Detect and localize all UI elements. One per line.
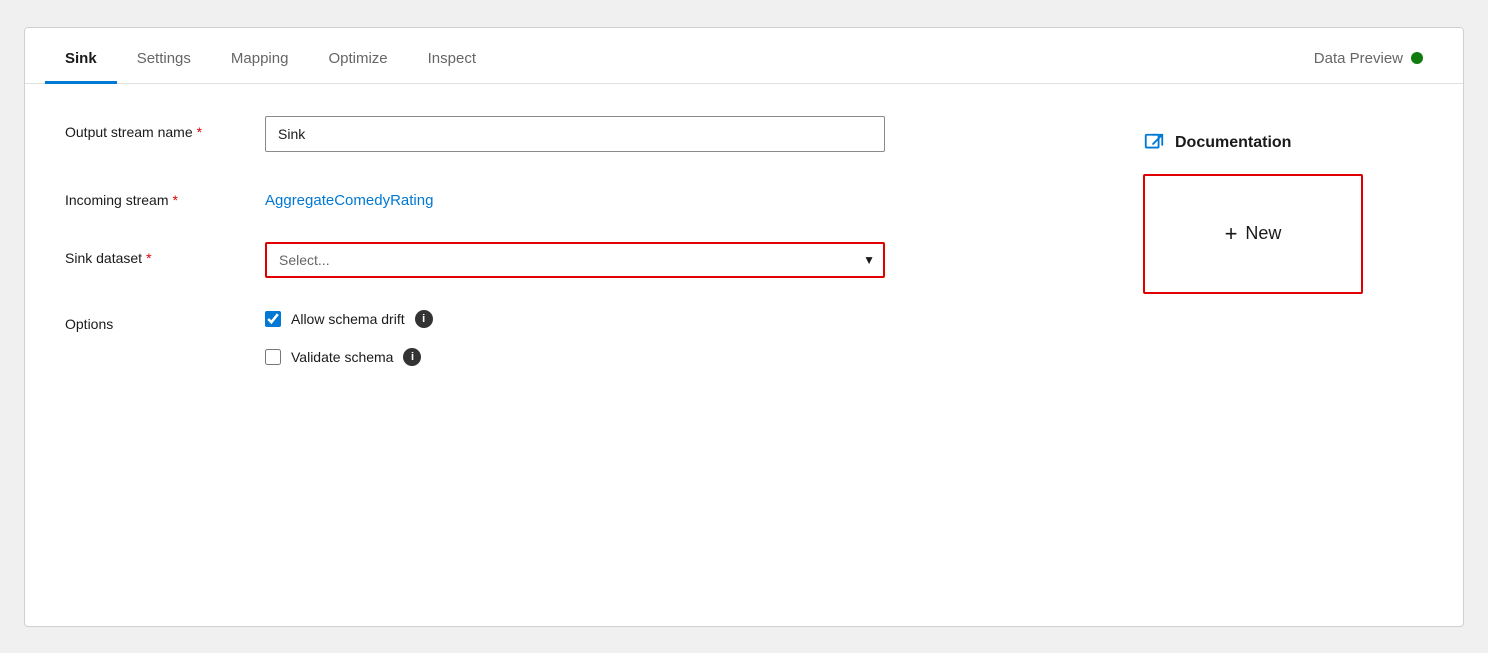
checkboxes-column: Allow schema drift i Validate schema i: [265, 310, 433, 366]
validate-schema-checkbox[interactable]: [265, 349, 281, 365]
allow-schema-drift-info-icon[interactable]: i: [415, 310, 433, 328]
validate-schema-label[interactable]: Validate schema: [291, 349, 393, 365]
tab-bar: Sink Settings Mapping Optimize Inspect D…: [25, 28, 1463, 84]
validate-schema-row: Validate schema i: [265, 348, 433, 366]
required-star-output: *: [197, 124, 202, 140]
documentation-label: Documentation: [1175, 134, 1291, 152]
output-stream-name-row: Output stream name *: [65, 116, 1083, 152]
documentation-link[interactable]: Documentation: [1143, 132, 1291, 154]
tab-optimize[interactable]: Optimize: [308, 50, 407, 84]
sink-dataset-label: Sink dataset *: [65, 242, 265, 266]
main-container: Sink Settings Mapping Optimize Inspect D…: [24, 27, 1464, 627]
allow-schema-drift-row: Allow schema drift i: [265, 310, 433, 328]
incoming-stream-row: Incoming stream * AggregateComedyRating: [65, 184, 1083, 210]
sink-dataset-select[interactable]: Select...: [265, 242, 885, 278]
external-link-icon: [1143, 132, 1165, 154]
options-label: Options: [65, 310, 265, 332]
tab-data-preview[interactable]: Data Preview: [1294, 50, 1443, 84]
validate-schema-info-icon[interactable]: i: [403, 348, 421, 366]
output-stream-name-label: Output stream name *: [65, 116, 265, 140]
allow-schema-drift-label[interactable]: Allow schema drift: [291, 311, 405, 327]
new-button[interactable]: + New: [1143, 174, 1363, 294]
sink-dataset-control: Select... ▼: [265, 242, 1083, 278]
tab-mapping[interactable]: Mapping: [211, 50, 309, 84]
output-stream-name-input[interactable]: [265, 116, 885, 152]
tab-sink[interactable]: Sink: [45, 50, 117, 84]
tab-settings[interactable]: Settings: [117, 50, 211, 84]
incoming-stream-link[interactable]: AggregateComedyRating: [265, 184, 433, 209]
required-star-incoming: *: [172, 192, 177, 208]
data-preview-status-dot: [1411, 52, 1423, 64]
incoming-stream-control: AggregateComedyRating: [265, 184, 1083, 210]
incoming-stream-label: Incoming stream *: [65, 184, 265, 208]
output-stream-name-control: [265, 116, 1083, 152]
form-content: Output stream name * Incoming stream * A…: [25, 84, 1463, 398]
sink-dataset-row: Sink dataset * Select... ▼: [65, 242, 1083, 278]
form-section: Output stream name * Incoming stream * A…: [65, 116, 1083, 366]
sink-dataset-select-wrapper: Select... ▼: [265, 242, 885, 278]
new-button-plus-icon: +: [1225, 221, 1238, 247]
right-panel: Documentation + New: [1143, 116, 1423, 366]
required-star-sink: *: [146, 250, 151, 266]
tab-inspect[interactable]: Inspect: [408, 50, 496, 84]
allow-schema-drift-checkbox[interactable]: [265, 311, 281, 327]
new-button-label: New: [1245, 223, 1281, 244]
options-row: Options Allow schema drift i Validate sc…: [65, 310, 1083, 366]
